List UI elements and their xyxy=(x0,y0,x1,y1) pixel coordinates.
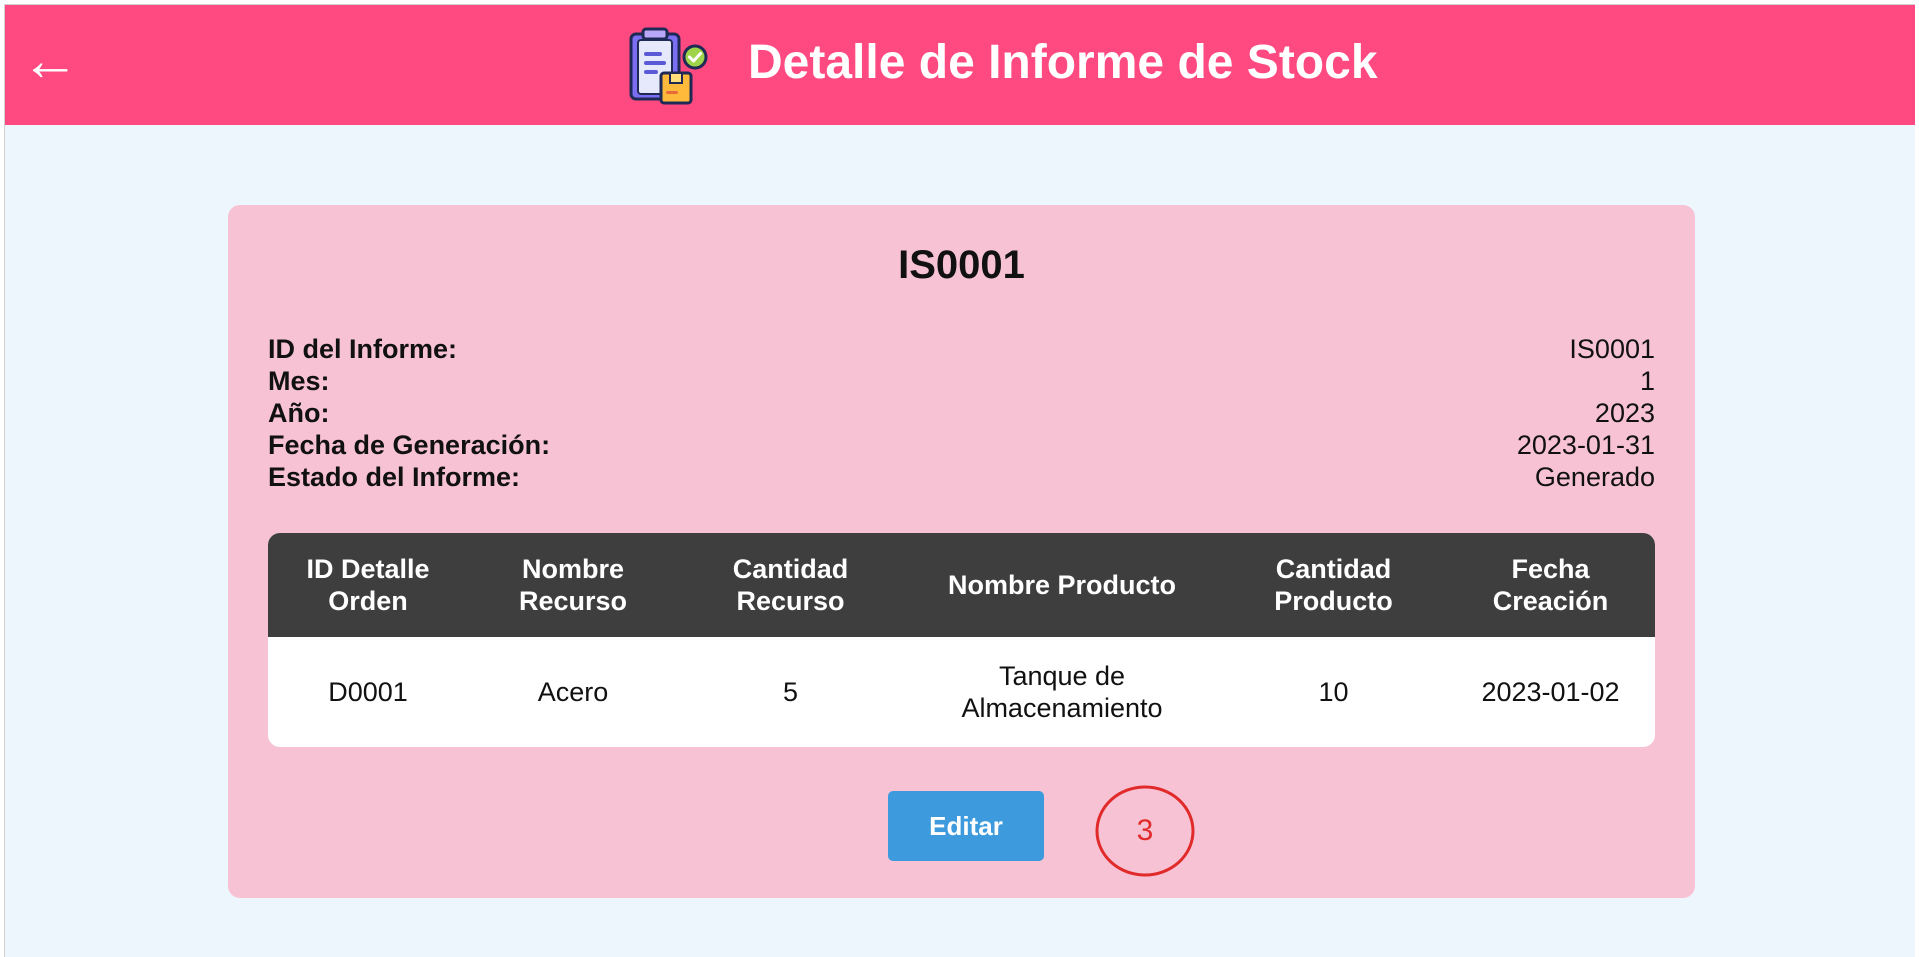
table-cell: 2023-01-02 xyxy=(1481,677,1620,707)
column-header: Nombre Recurso xyxy=(518,554,628,616)
table-cell: D0001 xyxy=(328,677,408,707)
report-card: IS0001 ID del Informe: IS0001 Mes: 1 Año… xyxy=(228,205,1695,898)
annotation-number: 3 xyxy=(1136,814,1154,847)
header-bar: ← Detalle de Informe de Stock xyxy=(5,5,1915,125)
info-label: Estado del Informe: xyxy=(268,462,521,492)
info-row-year: Año: 2023 xyxy=(268,397,1655,429)
page-title: Detalle de Informe de Stock xyxy=(748,36,1378,89)
info-value: 2023-01-31 xyxy=(1516,430,1655,460)
back-arrow-icon[interactable]: ← xyxy=(21,31,79,91)
info-value: 1 xyxy=(1639,366,1655,396)
report-heading: IS0001 xyxy=(898,243,1025,287)
app-frame: ← Detalle de Informe de Stock IS0001 ID … xyxy=(4,4,1915,957)
column-header: Nombre Producto xyxy=(947,570,1176,600)
annotation-marker: 3 xyxy=(1094,783,1196,877)
info-row-month: Mes: 1 xyxy=(268,365,1655,397)
table-cell: 5 xyxy=(782,677,799,707)
table-cell: Acero xyxy=(537,677,609,707)
table-row: D0001 Acero 5 Tanque de Almacenamiento 1… xyxy=(268,637,1655,747)
report-info: ID del Informe: IS0001 Mes: 1 Año: 2023 … xyxy=(268,333,1655,493)
edit-button[interactable]: Editar xyxy=(888,791,1044,861)
table-header-row: ID Detalle Orden Nombre Recurso Cantidad… xyxy=(268,533,1655,637)
details-table: ID Detalle Orden Nombre Recurso Cantidad… xyxy=(268,533,1655,747)
column-header: Cantidad Recurso xyxy=(732,554,849,616)
info-label: Año: xyxy=(268,398,330,428)
info-value: IS0001 xyxy=(1569,334,1655,364)
column-header: Cantidad Producto xyxy=(1274,554,1393,616)
details-table-container: ID Detalle Orden Nombre Recurso Cantidad… xyxy=(268,533,1655,747)
info-row-status: Estado del Informe: Generado xyxy=(268,461,1655,493)
column-header: Fecha Creación xyxy=(1492,554,1609,616)
column-header: ID Detalle Orden xyxy=(306,554,430,616)
clipboard-box-check-icon xyxy=(629,27,708,105)
info-row-id: ID del Informe: IS0001 xyxy=(268,333,1655,365)
info-label: Fecha de Generación: xyxy=(268,430,551,460)
info-label: Mes: xyxy=(268,366,330,396)
info-value: Generado xyxy=(1534,462,1655,492)
info-row-generation-date: Fecha de Generación: 2023-01-31 xyxy=(268,429,1655,461)
table-cell: Tanque de Almacenamiento xyxy=(961,661,1163,723)
info-label: ID del Informe: xyxy=(268,334,458,364)
info-value: 2023 xyxy=(1594,398,1655,428)
table-cell: 10 xyxy=(1318,677,1349,707)
